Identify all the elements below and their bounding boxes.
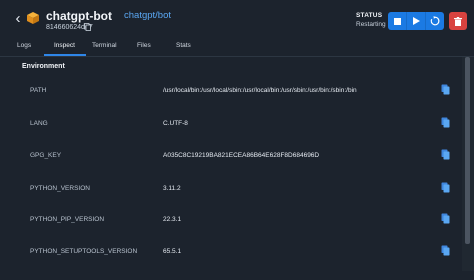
tab-stats[interactable]: Stats — [176, 42, 191, 55]
copy-icon[interactable] — [441, 84, 450, 95]
stop-icon — [393, 17, 401, 25]
section-title: Environment — [22, 63, 65, 70]
env-value: 3.11.2 — [163, 185, 181, 192]
env-row: PATH /usr/local/bin:/usr/local/sbin:/usr… — [22, 84, 462, 119]
restart-button[interactable] — [425, 12, 444, 30]
copy-icon[interactable] — [441, 182, 450, 193]
start-button[interactable] — [406, 12, 425, 30]
delete-button[interactable] — [449, 12, 467, 30]
env-value: /usr/local/bin:/usr/local/sbin:/usr/loca… — [163, 87, 357, 94]
copy-icon[interactable] — [441, 245, 450, 256]
env-row: PYTHON_VERSION 3.11.2 — [22, 182, 462, 217]
tab-terminal[interactable]: Terminal — [92, 42, 117, 55]
env-value: A035C8C19219BA821ECEA86B64E628F8D684696D — [163, 152, 320, 159]
env-key: PYTHON_SETUPTOOLS_VERSION — [30, 248, 138, 255]
active-tab-indicator — [44, 54, 86, 56]
container-name: chatgpt-bot — [46, 9, 112, 23]
copy-icon[interactable] — [441, 117, 450, 128]
copy-icon[interactable] — [441, 213, 450, 224]
stop-button[interactable] — [388, 12, 406, 30]
container-action-group — [388, 12, 444, 30]
scrollbar-thumb[interactable] — [465, 57, 470, 244]
env-value: 65.5.1 — [163, 248, 182, 255]
env-key: GPG_KEY — [30, 152, 62, 159]
box-icon — [27, 12, 39, 24]
status-value: Restarting — [356, 21, 386, 28]
trash-icon — [454, 16, 462, 26]
env-row: LANG C.UTF-8 — [22, 117, 462, 152]
env-value: C.UTF-8 — [163, 120, 188, 127]
status-label: STATUS — [356, 12, 383, 19]
env-key: PYTHON_PIP_VERSION — [30, 216, 105, 223]
env-key: LANG — [30, 120, 48, 127]
env-row: PYTHON_SETUPTOOLS_VERSION 65.5.1 — [22, 245, 462, 280]
restart-icon — [430, 16, 440, 26]
tab-files[interactable]: Files — [137, 42, 151, 55]
tab-logs[interactable]: Logs — [17, 42, 31, 55]
chevron-left-icon[interactable]: ‹ — [11, 11, 25, 27]
copy-icon[interactable] — [441, 149, 450, 160]
image-link[interactable]: chatgpt/bot — [124, 10, 171, 21]
container-header: ‹ chatgpt-bot chatgpt/bot 814660624de7 S… — [0, 0, 474, 39]
env-row: PYTHON_PIP_VERSION 22.3.1 — [22, 213, 462, 248]
env-key: PATH — [30, 87, 47, 94]
play-icon — [412, 17, 420, 25]
copy-icon[interactable] — [84, 23, 91, 31]
env-value: 22.3.1 — [163, 216, 182, 223]
env-key: PYTHON_VERSION — [30, 185, 90, 192]
env-row: GPG_KEY A035C8C19219BA821ECEA86B64E628F8… — [22, 149, 462, 184]
